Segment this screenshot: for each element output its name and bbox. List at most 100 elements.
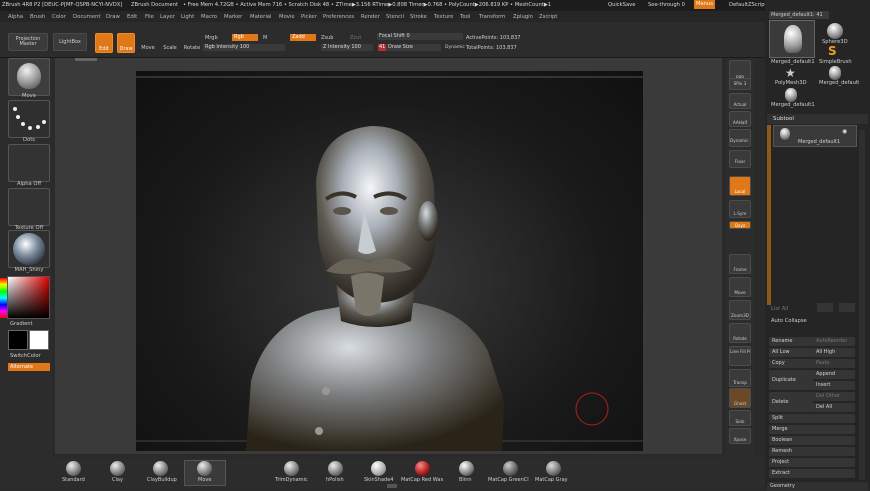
lightbox-button[interactable]: LightBox [53,33,87,51]
floor-button[interactable]: Floor [729,150,751,168]
menu-alpha[interactable]: Alpha [8,14,23,20]
menu-zscript[interactable]: Zscript [539,14,557,20]
red-wax-material-icon[interactable] [415,461,430,476]
claybuildup-brush-icon[interactable] [153,461,168,476]
menu-picker[interactable]: Picker [301,14,317,20]
color-picker[interactable] [7,276,50,319]
all-high-button[interactable]: All High [813,348,855,357]
linefill-button[interactable]: Line Fill PolyF [729,346,751,366]
duplicate-button[interactable]: Duplicate [769,370,813,390]
menu-brush[interactable]: Brush [30,14,45,20]
transp-button[interactable]: Transp [729,369,751,387]
merged-default-icon[interactable] [829,66,841,80]
menu-stencil[interactable]: Stencil [386,14,404,20]
merge-section[interactable]: Merge [769,425,855,434]
subtool-item[interactable]: Merged_default1 ◉ [773,125,857,147]
paste-button[interactable]: Paste [813,359,855,368]
zoom3d-button[interactable]: Zoom3D [729,300,751,320]
solo-button[interactable]: Solo [729,410,751,426]
split-section[interactable]: Split [769,414,855,423]
material-thumbnail[interactable] [8,230,50,268]
menu-transform[interactable]: Transform [479,14,505,20]
greenclay-material-icon[interactable] [503,461,518,476]
list-all-button[interactable]: List All [771,306,788,312]
hpolish-brush-icon[interactable] [328,461,343,476]
copy-button[interactable]: Copy [769,359,813,368]
zsub-toggle[interactable]: Zsub [321,35,333,41]
edit-button[interactable]: Edit [95,33,113,53]
switchcolor-button[interactable]: SwitchColor [10,353,41,359]
menu-draw[interactable]: Draw [106,14,120,20]
texture-thumbnail[interactable] [8,188,50,226]
sphere3d-icon[interactable] [827,23,843,39]
simplebrush-icon[interactable]: S [828,44,837,58]
menu-color[interactable]: Color [52,14,66,20]
menu-document[interactable]: Document [73,14,100,20]
gradient-toggle[interactable]: Gradient [10,321,33,327]
menu-texture[interactable]: Texture [434,14,453,20]
spix-slider[interactable]: SPix 3 [729,78,751,90]
menu-macro[interactable]: Macro [201,14,217,20]
remesh-section[interactable]: Remesh [769,447,855,456]
project-section[interactable]: Project [769,458,855,467]
seethrough-slider[interactable]: See-through 0 [648,2,685,8]
secondary-color-swatch[interactable] [29,330,49,350]
hue-strip[interactable] [0,278,7,318]
insert-button[interactable]: Insert [813,381,855,390]
frame-button[interactable]: Frame [729,254,751,274]
draw-size-slider[interactable]: Draw Size [386,44,441,51]
blinn-material-icon[interactable] [459,461,474,476]
append-button[interactable]: Append [813,370,855,379]
xpose-button[interactable]: Xpose [729,428,751,444]
extract-section[interactable]: Extract [769,469,855,478]
actual-button[interactable]: Actual [729,93,751,109]
mrgb-toggle[interactable]: Mrgb [205,35,218,41]
default-zscript-button[interactable]: DefaultZScript [729,2,767,8]
rgb-toggle[interactable]: Rgb [232,34,258,41]
m-toggle[interactable]: M [263,35,267,41]
matcap-gray-material-icon[interactable] [546,461,561,476]
menu-edit[interactable]: Edit [127,14,137,20]
local-button[interactable]: Local [729,176,751,196]
standard-brush-icon[interactable] [66,461,81,476]
delete-button[interactable]: Delete [769,392,813,412]
shelf-collapse-arrow[interactable] [387,484,397,488]
viewport-canvas[interactable] [136,71,643,451]
scale-button[interactable]: Scale [161,33,179,53]
rotate-button[interactable]: Rotate [183,33,201,53]
del-other-button[interactable]: Del Other [813,392,855,401]
autoreorder-button[interactable]: AutoReorder [813,337,855,346]
move-view-button[interactable]: Move [729,277,751,297]
trimdynamic-brush-icon[interactable] [284,461,299,476]
zcut-toggle[interactable]: Zcut [350,35,361,41]
quicksave-button[interactable]: QuickSave [608,2,635,8]
menu-file[interactable]: File [145,14,154,20]
move-button[interactable]: Move [139,33,157,53]
menu-layer[interactable]: Layer [160,14,175,20]
move-brush-icon[interactable] [197,461,212,476]
menu-preferences[interactable]: Preferences [323,14,354,20]
z-intensity-slider[interactable]: Z Intensity 100 [321,44,373,51]
xyz-button[interactable]: Qxyz [729,221,751,229]
ghost-button[interactable]: Ghost [729,388,751,408]
horizontal-scrollbar[interactable] [75,58,97,61]
zadd-toggle[interactable]: Zadd [290,34,316,41]
menu-stroke[interactable]: Stroke [410,14,427,20]
menu-material[interactable]: Material [250,14,272,20]
move-down-button[interactable] [839,303,855,312]
subtool-scrollbar[interactable] [767,125,771,305]
tool-thumb-merged[interactable] [769,20,815,58]
stroke-thumbnail[interactable] [8,100,50,138]
alternate-toggle[interactable]: Alternate [8,363,50,371]
eye-icon[interactable]: ◉ [842,128,847,135]
alpha-thumbnail[interactable] [8,144,50,182]
menu-zplugin[interactable]: Zplugin [513,14,533,20]
aahalf-button[interactable]: AAHalf [729,111,751,127]
clay-brush-icon[interactable] [110,461,125,476]
boolean-section[interactable]: Boolean [769,436,855,445]
del-all-button[interactable]: Del All [813,403,855,412]
menus-button[interactable]: Menus [694,0,715,9]
draw-button[interactable]: Draw [117,33,135,53]
tray-scrollbar[interactable] [859,130,865,480]
persp-button[interactable]: Dynamic Persp [729,129,751,147]
